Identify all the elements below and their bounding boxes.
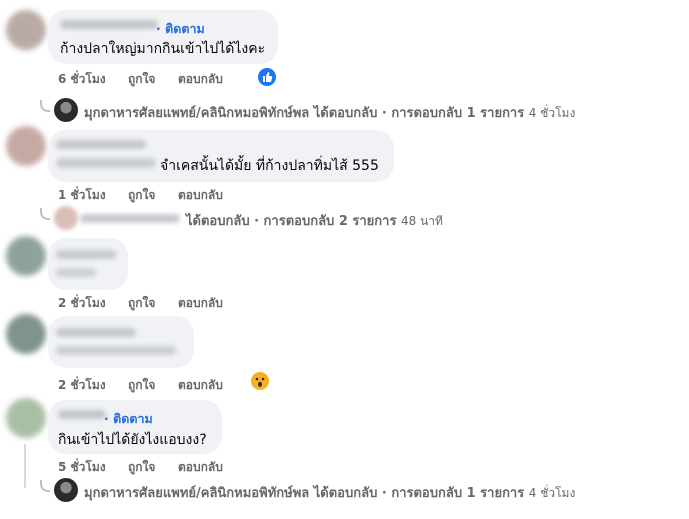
comment-bubble (48, 316, 194, 368)
redacted-author-name (80, 214, 180, 223)
like-reaction-icon[interactable] (258, 68, 276, 86)
avatar[interactable] (6, 236, 46, 276)
comment-bubble: จำเคสนั้นได้มั้ย ที่ก้างปลาทิ่มไส้ 555 (48, 130, 394, 182)
redacted-author-name (56, 140, 146, 149)
reply-button[interactable]: ตอบกลับ (178, 186, 223, 205)
redacted-author-name (58, 410, 106, 419)
follow-link[interactable]: · ติดตาม (104, 409, 153, 429)
reply-summary-label: มุกดาหารศัลยแพทย์/คลินิกหมอพิทักษ์พล ได้… (84, 486, 525, 501)
redacted-author-name (56, 250, 116, 259)
comment-time[interactable]: 2 ชั่วโมง (58, 294, 106, 313)
follow-link[interactable]: · ติดตาม (156, 19, 205, 39)
comment-text: ก้างปลาใหญ่มากกินเข้าไปได้ไงคะ (60, 41, 266, 57)
comment-text: กินเข้าไปได้ยังไงแอบงง? (58, 432, 207, 448)
redacted-text (56, 268, 96, 277)
reply-summary-label: มุกดาหารศัลยแพทย์/คลินิกหมอพิทักษ์พล ได้… (84, 106, 525, 121)
reply-connector (40, 480, 50, 492)
redacted-text (56, 158, 156, 168)
page-avatar (54, 98, 78, 122)
comment-actions: 2 ชั่วโมง ถูกใจ ตอบกลับ (58, 294, 278, 312)
reply-connector (40, 100, 50, 112)
like-button[interactable]: ถูกใจ (128, 70, 155, 89)
comment-bubble (48, 238, 128, 290)
comment-actions: 1 ชั่วโมง ถูกใจ ตอบกลับ (58, 186, 278, 204)
reply-summary-ago: 4 ชั่วโมง (528, 106, 576, 120)
comment-actions: 6 ชั่วโมง ถูกใจ ตอบกลับ (58, 70, 278, 88)
comment-text: จำเคสนั้นได้มั้ย ที่ก้างปลาทิ่มไส้ 555 (160, 158, 379, 174)
page-avatar (54, 478, 78, 502)
like-button[interactable]: ถูกใจ (128, 458, 155, 477)
comment-time[interactable]: 2 ชั่วโมง (58, 376, 106, 395)
avatar[interactable] (6, 398, 46, 438)
reply-summary-text: มุกดาหารศัลยแพทย์/คลินิกหมอพิทักษ์พล ได้… (84, 102, 575, 123)
reply-summary-ago: 48 นาที (401, 214, 443, 228)
reply-summary[interactable]: มุกดาหารศัลยแพทย์/คลินิกหมอพิทักษ์พล ได้… (40, 98, 680, 124)
reply-button[interactable]: ตอบกลับ (178, 376, 223, 395)
comment-actions: 2 ชั่วโมง ถูกใจ ตอบกลับ (58, 376, 278, 394)
comment-time[interactable]: 6 ชั่วโมง (58, 70, 106, 89)
avatar[interactable] (6, 126, 46, 166)
comment-time[interactable]: 1 ชั่วโมง (58, 186, 106, 205)
like-button[interactable]: ถูกใจ (128, 186, 155, 205)
wow-reaction-icon[interactable] (251, 372, 269, 390)
like-button[interactable]: ถูกใจ (128, 376, 155, 395)
reply-connector (40, 208, 50, 220)
avatar[interactable] (6, 314, 46, 354)
comment-bubble: · ติดตาม กินเข้าไปได้ยังไงแอบงง? (48, 400, 222, 454)
reply-summary-ago: 4 ชั่วโมง (528, 486, 576, 500)
reply-summary[interactable]: ได้ตอบกลับ · การตอบกลับ 2 รายการ 48 นาที (40, 206, 680, 232)
reply-button[interactable]: ตอบกลับ (178, 458, 223, 477)
like-button[interactable]: ถูกใจ (128, 294, 155, 313)
redacted-author-name (60, 20, 158, 29)
reply-button[interactable]: ตอบกลับ (178, 70, 223, 89)
reply-summary-text: ได้ตอบกลับ · การตอบกลับ 2 รายการ 48 นาที (186, 210, 443, 231)
comment-time[interactable]: 5 ชั่วโมง (58, 458, 106, 477)
redacted-avatar (54, 206, 78, 230)
comment-actions: 5 ชั่วโมง ถูกใจ ตอบกลับ (58, 458, 278, 476)
redacted-text (56, 346, 176, 355)
comment-bubble: · ติดตาม ก้างปลาใหญ่มากกินเข้าไปได้ไงคะ (48, 10, 278, 64)
reply-summary[interactable]: มุกดาหารศัลยแพทย์/คลินิกหมอพิทักษ์พล ได้… (40, 478, 680, 504)
thread-line (24, 444, 26, 488)
reply-button[interactable]: ตอบกลับ (178, 294, 223, 313)
avatar[interactable] (6, 10, 46, 50)
reply-summary-label: ได้ตอบกลับ · การตอบกลับ 2 รายการ (186, 214, 397, 229)
reply-summary-text: มุกดาหารศัลยแพทย์/คลินิกหมอพิทักษ์พล ได้… (84, 482, 575, 503)
redacted-author-name (56, 328, 136, 337)
